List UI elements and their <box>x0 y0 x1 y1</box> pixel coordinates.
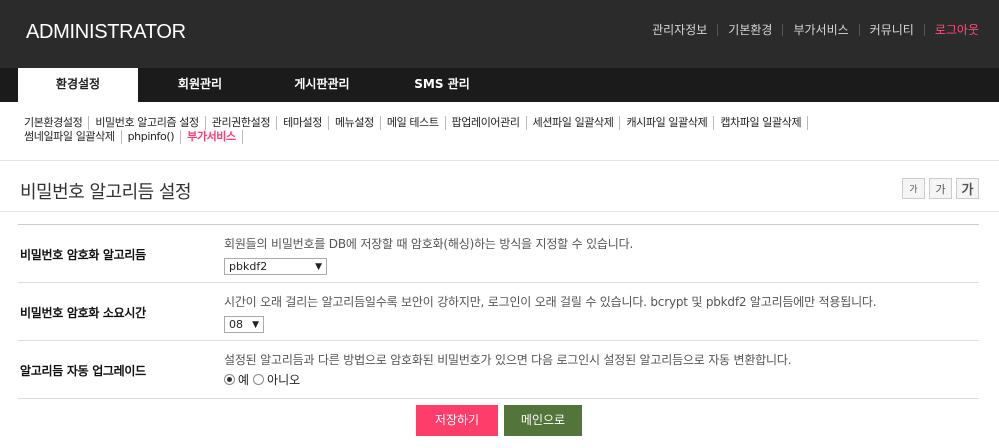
subnav-item-extra-service[interactable]: 부가서비스 <box>180 130 243 144</box>
main-nav: 환경설정 회원관리 게시판관리 SMS 관리 <box>0 68 999 102</box>
subnav-item-cache-delete[interactable]: 캐시파일 일괄삭제 <box>619 116 713 130</box>
row-label: 알고리듬 자동 업그레이드 <box>20 364 146 378</box>
dropdown-arrow-icon: ▼ <box>252 319 259 330</box>
row-label: 비밀번호 암호화 알고리듬 <box>20 248 146 262</box>
row-description: 회원들의 비밀번호를 DB에 저장할 때 암호화(해싱)하는 방식을 지정할 수… <box>224 237 634 251</box>
top-header: ADMINISTRATOR 관리자정보 기본환경 부가서비스 커뮤니티 로그아웃 <box>0 0 999 68</box>
link-admin-info[interactable]: 관리자정보 <box>642 24 717 36</box>
divider <box>0 211 999 212</box>
subnav-item-theme[interactable]: 테마설정 <box>276 116 328 130</box>
form-row-algorithm: 비밀번호 암호화 알고리듬 회원들의 비밀번호를 DB에 저장할 때 암호화(해… <box>18 225 979 283</box>
radio-yes-label: 예 <box>238 373 250 387</box>
cost-select[interactable]: 08 ▼ <box>224 316 264 333</box>
tab-members[interactable]: 회원관리 <box>138 68 262 102</box>
link-basic-config[interactable]: 기본환경 <box>717 24 782 36</box>
top-links: 관리자정보 기본환경 부가서비스 커뮤니티 로그아웃 <box>642 24 979 36</box>
sub-nav: 기본환경설정 비밀번호 알고리즘 설정 관리권한설정 테마설정 메뉴설정 메일 테스트 팝업… <box>22 116 902 144</box>
main-page-button[interactable]: 메인으로 <box>504 405 582 436</box>
settings-form: 비밀번호 암호화 알고리듬 회원들의 비밀번호를 DB에 저장할 때 암호화(해… <box>18 224 979 399</box>
row-description: 설정된 알고리듬과 다른 방법으로 암호화된 비밀번호가 있으면 다음 로그인시… <box>224 353 792 367</box>
tab-boards[interactable]: 게시판관리 <box>262 68 382 102</box>
form-row-cost: 비밀번호 암호화 소요시간 시간이 오래 걸리는 알고리듬일수록 보안이 강하지… <box>18 283 979 341</box>
font-large-button[interactable]: 가 <box>956 178 979 199</box>
page-title: 비밀번호 알고리듬 설정 <box>20 182 192 203</box>
font-medium-button[interactable]: 가 <box>929 178 952 199</box>
tab-config[interactable]: 환경설정 <box>18 68 138 102</box>
admin-logo[interactable]: ADMINISTRATOR <box>26 21 186 44</box>
select-value: 08 <box>229 318 243 331</box>
subnav-item-auth[interactable]: 관리권한설정 <box>204 116 276 130</box>
subnav-item-thumbnail-delete[interactable]: 썸네일파일 일괄삭제 <box>22 130 121 144</box>
divider <box>0 160 999 161</box>
row-description: 시간이 오래 걸리는 알고리듬일수록 보안이 강하지만, 로그인이 오래 걸릴 … <box>224 295 877 309</box>
auto-upgrade-radio-group: 예 아니오 <box>224 371 300 388</box>
subnav-item-phpinfo[interactable]: phpinfo() <box>120 130 181 144</box>
radio-yes[interactable] <box>224 374 235 385</box>
subnav-item-mail-test[interactable]: 메일 테스트 <box>379 116 445 130</box>
link-extra-service[interactable]: 부가서비스 <box>782 24 858 36</box>
form-row-auto-upgrade: 알고리듬 자동 업그레이드 설정된 알고리듬과 다른 방법으로 암호화된 비밀번… <box>18 341 979 399</box>
link-community[interactable]: 커뮤니티 <box>858 24 924 36</box>
subnav-item-basic-config[interactable]: 기본환경설정 <box>22 116 88 130</box>
font-size-controls: 가 가 가 <box>902 178 979 199</box>
font-small-button[interactable]: 가 <box>902 178 925 199</box>
dropdown-arrow-icon: ▼ <box>315 261 322 272</box>
subnav-item-popup[interactable]: 팝업레이어관리 <box>444 116 526 130</box>
radio-no-label: 아니오 <box>267 373 301 387</box>
tab-sms[interactable]: SMS 관리 <box>382 68 502 102</box>
radio-no[interactable] <box>253 374 265 385</box>
subnav-item-menu[interactable]: 메뉴설정 <box>327 116 380 130</box>
select-value: pbkdf2 <box>229 260 268 273</box>
logout-link[interactable]: 로그아웃 <box>923 24 979 36</box>
subnav-item-captcha-delete[interactable]: 캡차파일 일괄삭제 <box>713 116 809 130</box>
row-label: 비밀번호 암호화 소요시간 <box>20 306 146 320</box>
subnav-item-password-algo[interactable]: 비밀번호 알고리즘 설정 <box>88 116 204 130</box>
subnav-item-session-delete[interactable]: 세션파일 일괄삭제 <box>525 116 620 130</box>
save-button[interactable]: 저장하기 <box>416 405 498 436</box>
algorithm-select[interactable]: pbkdf2 ▼ <box>224 258 327 275</box>
